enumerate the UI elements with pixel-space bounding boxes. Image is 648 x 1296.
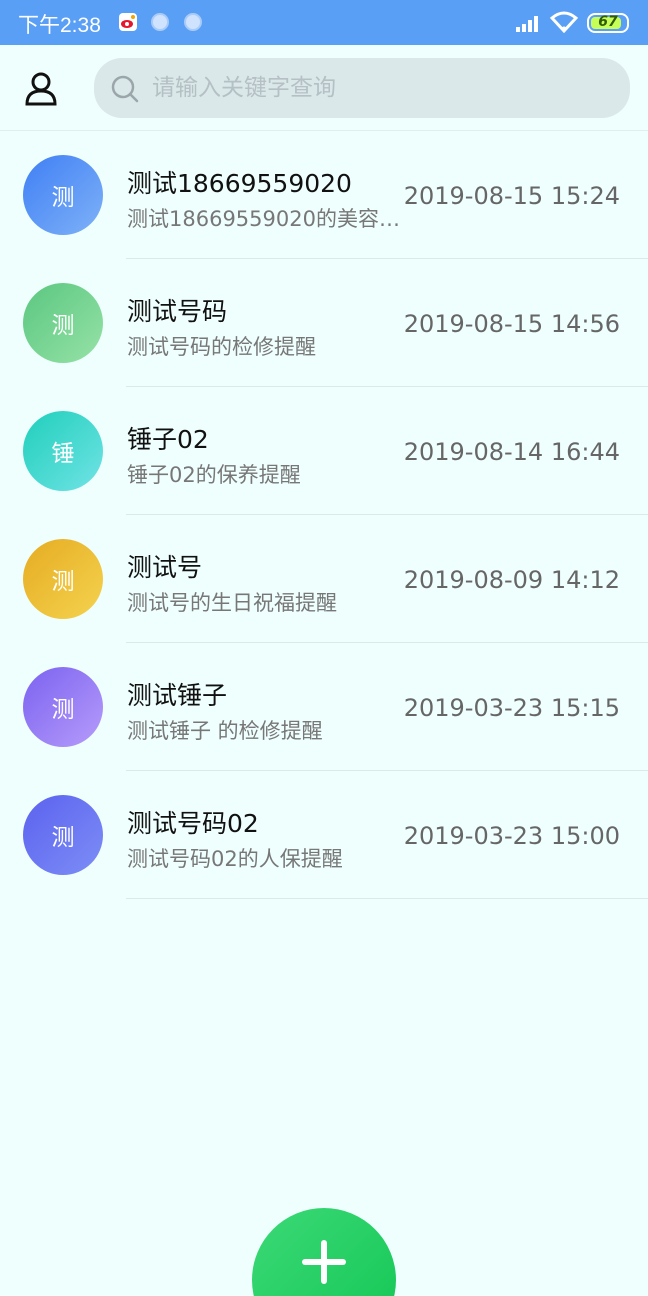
item-subtitle: 测试锤子 的检修提醒 xyxy=(127,719,323,743)
plus-icon xyxy=(298,1236,350,1292)
search-input[interactable] xyxy=(152,58,612,118)
avatar: 测 xyxy=(23,795,103,875)
list-item[interactable]: 锤锤子02 锤子02的保养提醒 2019-08-14 16:44 xyxy=(0,387,648,515)
avatar: 测 xyxy=(23,667,103,747)
item-subtitle: 锤子02的保养提醒 xyxy=(127,463,301,487)
list-item[interactable]: 测测试号码02 测试号码02的人保提醒 2019-03-23 15:00 xyxy=(0,771,648,899)
top-bar xyxy=(0,45,648,131)
avatar: 测 xyxy=(23,539,103,619)
avatar: 测 xyxy=(23,155,103,235)
circle-icon xyxy=(184,13,202,31)
item-subtitle: 测试18669559020的美容… xyxy=(127,207,400,231)
list-item[interactable]: 测测试18669559020 测试18669559020的美容… 2019-08-1… xyxy=(0,131,648,259)
avatar: 锤 xyxy=(23,411,103,491)
item-time: 2019-08-15 14:56 xyxy=(403,310,620,338)
avatar: 测 xyxy=(23,283,103,363)
wifi-icon xyxy=(549,11,579,37)
signal-icon xyxy=(516,14,542,36)
divider xyxy=(126,898,648,899)
item-title: 测试锤子 xyxy=(127,681,228,710)
circle-icon xyxy=(151,13,169,31)
item-subtitle: 测试号码的检修提醒 xyxy=(127,335,316,359)
user-icon[interactable] xyxy=(24,71,58,111)
battery-level: 67 xyxy=(598,14,618,30)
item-subtitle: 测试号的生日祝福提醒 xyxy=(127,591,337,615)
item-time: 2019-03-23 15:00 xyxy=(403,822,620,850)
list-item[interactable]: 测测试号测试号的生日祝福提醒 2019-08-09 14:12 xyxy=(0,515,648,643)
battery-icon: 67 xyxy=(587,13,629,33)
status-bar: 下午2:38 67 xyxy=(0,0,648,45)
search-bar[interactable] xyxy=(94,58,630,118)
item-title: 测试18669559020 xyxy=(127,169,352,198)
item-time: 2019-08-15 15:24 xyxy=(403,182,620,210)
item-time: 2019-03-23 15:15 xyxy=(403,694,620,722)
search-icon xyxy=(110,74,140,108)
status-time: 下午2:38 xyxy=(18,14,101,37)
weibo-icon xyxy=(118,12,138,36)
list-item[interactable]: 测测试锤子测试锤子 的检修提醒 2019-03-23 15:15 xyxy=(0,643,648,771)
list-item[interactable]: 测测试号码测试号码的检修提醒 2019-08-15 14:56 xyxy=(0,259,648,387)
item-title: 测试号 xyxy=(127,553,203,582)
item-subtitle: 测试号码02的人保提醒 xyxy=(127,847,343,871)
add-button[interactable] xyxy=(252,1208,396,1296)
reminder-list: 测测试18669559020 测试18669559020的美容… 2019-08-1… xyxy=(0,131,648,899)
item-time: 2019-08-09 14:12 xyxy=(403,566,620,594)
item-title: 测试号码 xyxy=(127,297,228,326)
item-title: 测试号码02 xyxy=(127,809,259,838)
item-time: 2019-08-14 16:44 xyxy=(403,438,620,466)
item-title: 锤子02 xyxy=(127,425,209,454)
